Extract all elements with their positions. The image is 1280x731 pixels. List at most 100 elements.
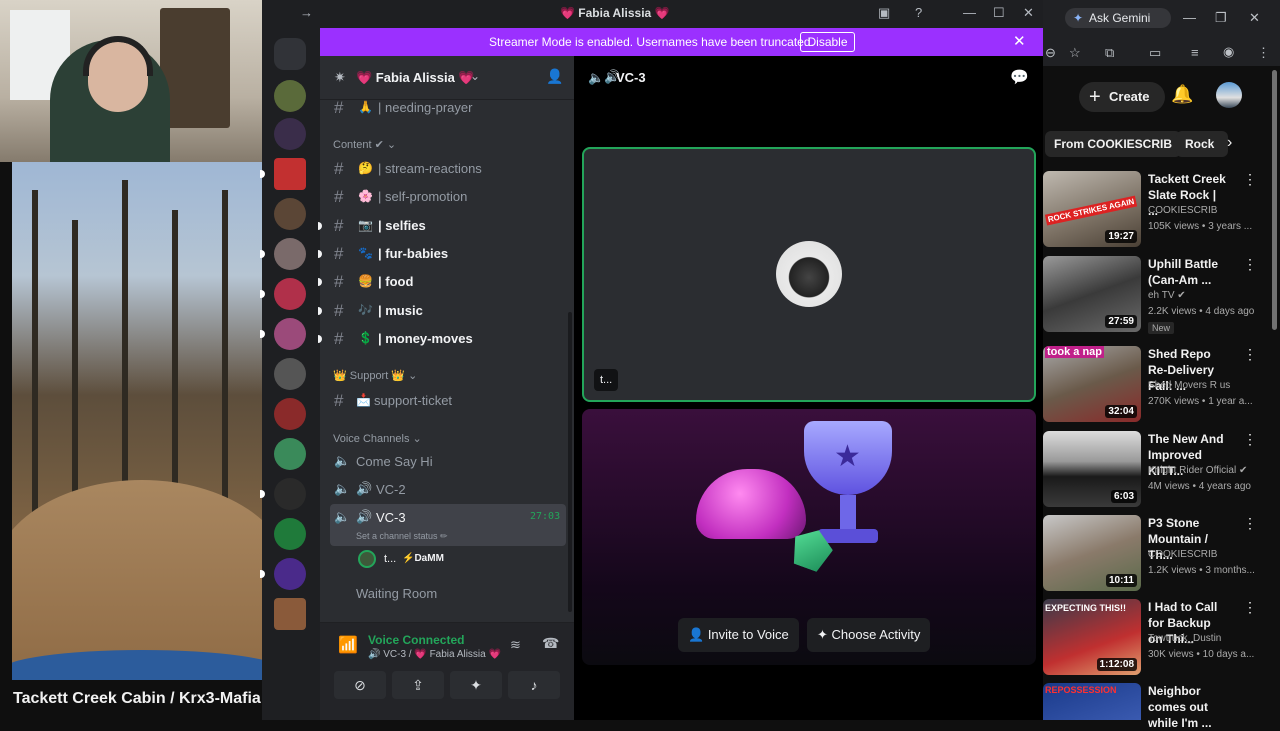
channel-self-promotion[interactable]: # 🌸 | self-promotion [330,184,566,210]
video-thumbnail[interactable]: ROCK STRIKES AGAIN 19:27 [1043,171,1141,247]
video-item[interactable]: ROCK STRIKES AGAIN 19:27 Tackett Creek S… [1043,171,1280,251]
channel-stream-reactions[interactable]: # 🤔 | stream-reactions [330,156,566,182]
chip-rock[interactable]: Rock [1176,131,1229,157]
server-icon[interactable] [274,558,306,590]
video-item[interactable]: 6:03 The New And Improved KITT... Knight… [1043,431,1280,511]
notifications-bell-icon[interactable]: 🔔 [1171,84,1193,105]
soundboard-button[interactable]: ♪ [508,671,560,699]
more-options-icon[interactable]: ⋮ [1243,256,1257,273]
server-icon[interactable] [274,478,306,510]
video-title[interactable]: Uphill Battle (Can-Am ... [1148,256,1228,288]
maximize-icon[interactable]: ☐ [993,5,1005,21]
bookmark-star-icon[interactable]: ☆ [1069,45,1081,61]
add-member-icon[interactable]: 👤 [546,68,563,85]
server-icon[interactable] [274,80,306,112]
voice-status[interactable]: Voice Connected [368,633,464,647]
chevron-right-icon[interactable]: › [1227,134,1232,152]
close-banner-icon[interactable]: ✕ [1013,32,1026,50]
more-options-icon[interactable]: ⋮ [1243,171,1257,188]
zoom-icon[interactable]: ⊖ [1045,45,1056,61]
more-options-icon[interactable]: ⋮ [1243,515,1257,532]
ask-gemini-button[interactable]: ✦ Ask Gemini [1065,8,1171,28]
back-arrow-icon[interactable]: → [300,5,313,20]
channel-support-ticket[interactable]: # 📩 support-ticket [330,388,566,414]
voice-channel-vc-2[interactable]: 🔈 🔊 VC-2 [330,476,566,504]
chip-from-cookiescrib[interactable]: From COOKIESCRIB [1045,131,1182,157]
sidebar-icon[interactable]: ▭ [1149,45,1161,61]
video-item[interactable]: EXPECTING THIS!! 1:12:08 I Had to Call f… [1043,599,1280,679]
create-button[interactable]: + Create [1079,82,1165,112]
close-icon[interactable]: ✕ [1023,5,1034,21]
server-icon[interactable] [274,318,306,350]
video-thumbnail[interactable]: 27:59 [1043,256,1141,332]
screen-share-button[interactable]: ⇪ [392,671,444,699]
help-icon[interactable]: ? [915,5,922,20]
server-icon[interactable] [274,238,306,270]
video-channel[interactable]: Shed Movers R us [1148,380,1230,391]
video-channel[interactable]: COOKIESCRIB [1148,549,1217,560]
category-support[interactable]: 👑 Support 👑 ⌄ [333,369,417,382]
video-thumbnail[interactable]: REPOSSESSION [1043,683,1141,720]
video-title[interactable]: Neighbor comes out while I'm ... [1148,683,1228,731]
channel-fur-babies[interactable]: # 🐾 | fur-babies [318,241,566,267]
choose-activity-button[interactable]: ✦ Choose Activity [807,618,931,652]
chat-icon[interactable]: 💬 [1010,68,1029,86]
channel-needing-prayer[interactable]: # 🙏 | needing-prayer [330,95,566,121]
server-icon[interactable] [274,598,306,630]
video-channel[interactable]: COOKIESCRIB [1148,205,1217,216]
channel-music[interactable]: # 🎶 | music [318,298,566,324]
minimize-icon[interactable]: — [963,5,976,20]
video-thumbnail[interactable]: 10:11 [1043,515,1141,591]
dm-home-icon[interactable] [274,38,306,70]
server-icon[interactable] [274,118,306,150]
category-content[interactable]: Content ✔ ⌄ [333,138,396,151]
more-options-icon[interactable]: ⋮ [1243,346,1257,363]
channel-selfies[interactable]: # 📷 | selfies [318,213,566,239]
video-item[interactable]: took a nap 32:04 Shed Repo Re-Delivery F… [1043,346,1280,426]
extensions-icon[interactable]: ⧉ [1105,45,1114,61]
noise-suppression-icon[interactable]: ≋ [510,637,521,653]
channel-status[interactable]: Set a channel status ✏ [356,531,448,542]
close-icon[interactable]: ✕ [1249,10,1260,26]
server-icon[interactable] [274,518,306,550]
channel-food[interactable]: # 🍔 | food [318,269,566,295]
profile-icon[interactable]: ◉ [1223,44,1234,60]
disable-streamer-button[interactable]: Disable [800,32,855,52]
scrollbar[interactable] [1272,70,1277,330]
avatar[interactable] [1216,82,1242,108]
voice-location[interactable]: 🔊 VC-3 / 💗 Fabia Alissia 💗 [368,649,501,660]
server-icon[interactable] [274,398,306,430]
server-icon[interactable] [274,438,306,470]
voice-channel-waiting-room[interactable]: Waiting Room [330,580,566,608]
video-channel[interactable]: Towtruck_Dustin [1148,633,1221,644]
restore-icon[interactable]: ❐ [1215,10,1227,26]
server-icon[interactable] [274,358,306,390]
video-channel[interactable]: eh TV ✔ [1148,290,1186,301]
invite-to-voice-button[interactable]: 👤 Invite to Voice [678,618,799,652]
menu-icon[interactable]: ⋮ [1257,45,1270,61]
video-thumbnail[interactable]: 6:03 [1043,431,1141,507]
video-thumbnail[interactable]: took a nap 32:04 [1043,346,1141,422]
video-channel[interactable]: Knight Rider Official ✔ [1148,465,1247,476]
server-icon[interactable] [274,158,306,190]
minimize-icon[interactable]: — [1183,10,1196,25]
server-header[interactable]: ✷ 💗 Fabia Alissia 💗 ⌄ 👤 [320,56,574,100]
category-voice[interactable]: Voice Channels ⌄ [333,432,422,445]
video-item[interactable]: 10:11 P3 Stone Mountain / Th... COOKIESC… [1043,515,1280,595]
media-icon[interactable]: ≡ [1191,45,1199,60]
video-item[interactable]: 27:59 Uphill Battle (Can-Am ... eh TV ✔ … [1043,256,1280,336]
channel-money-moves[interactable]: # 💲 | money-moves [318,326,566,352]
participant-tile[interactable]: t... [582,147,1036,402]
server-icon[interactable] [274,198,306,230]
more-options-icon[interactable]: ⋮ [1243,431,1257,448]
voice-user[interactable]: t... ⚡DaMM [358,550,558,570]
video-item[interactable]: REPOSSESSION Neighbor comes out while I'… [1043,683,1280,730]
scrollbar[interactable] [568,312,572,612]
video-title[interactable]: Tackett Creek Cabin / Krx3-Mafia [13,690,261,708]
voice-channel-come-say-hi[interactable]: 🔈 Come Say Hi [330,448,566,476]
camera-off-button[interactable]: ⊘ [334,671,386,699]
server-icon[interactable] [274,278,306,310]
more-options-icon[interactable]: ⋮ [1243,599,1257,616]
activity-button[interactable]: ✦ [450,671,502,699]
disconnect-icon[interactable]: ☎ [542,635,559,652]
